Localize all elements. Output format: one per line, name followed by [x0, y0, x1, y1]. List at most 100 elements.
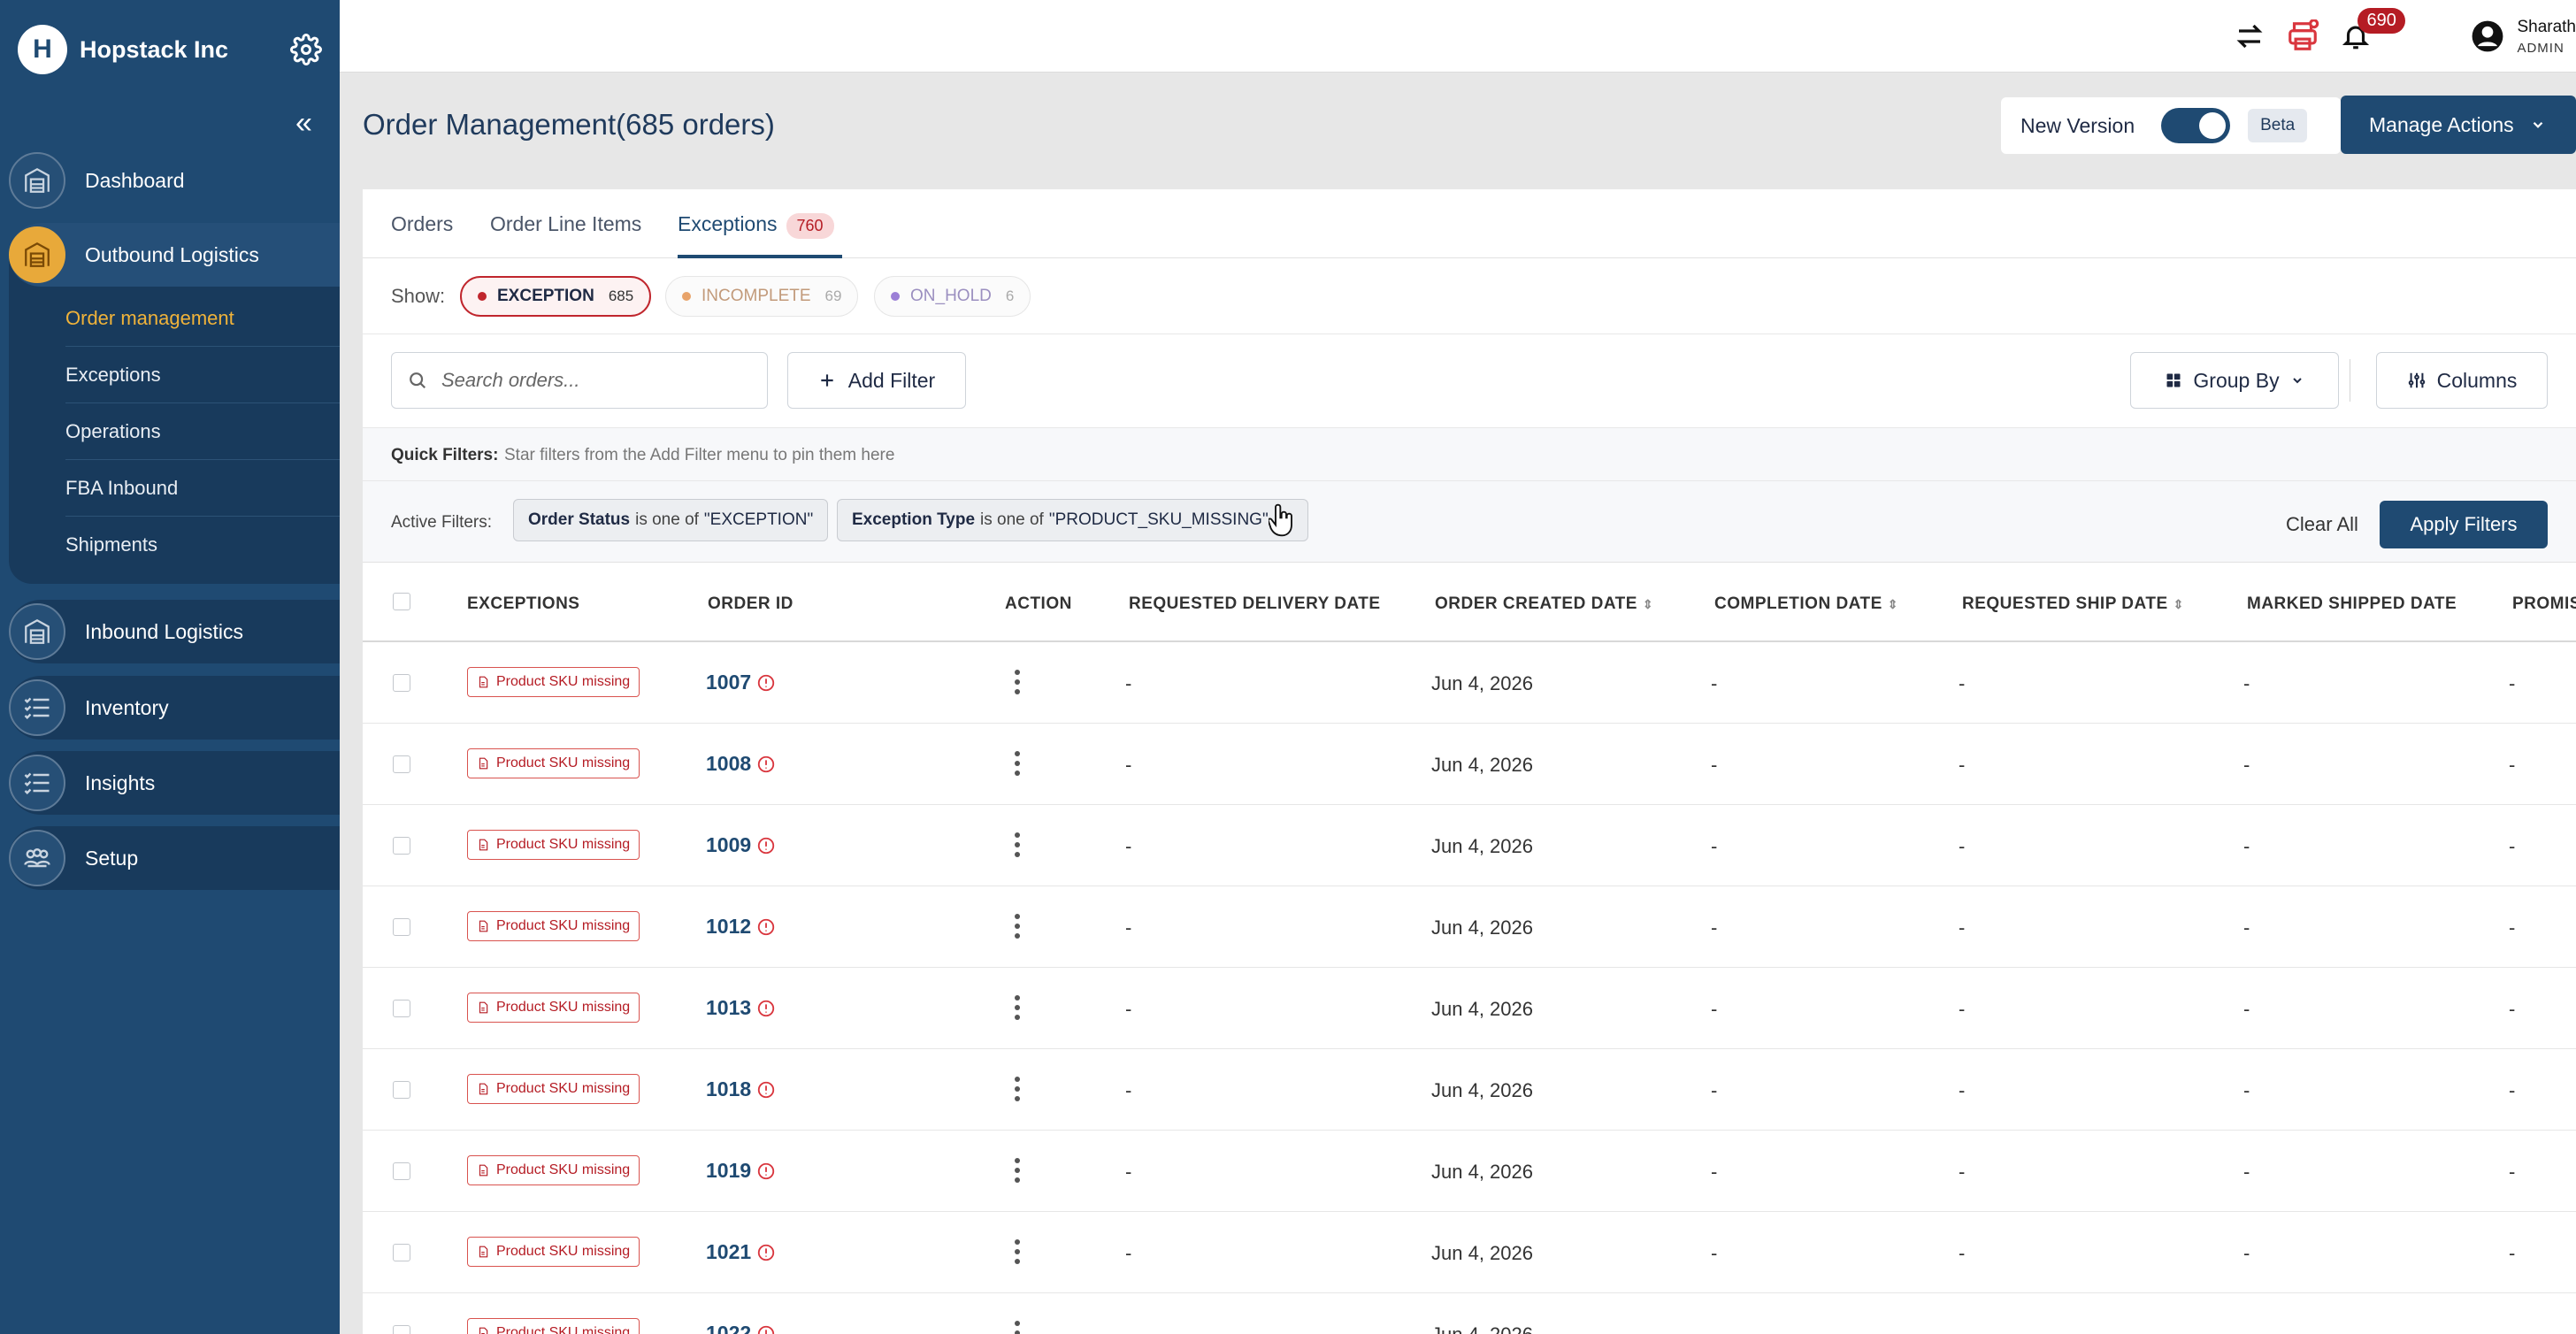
- order-id-link[interactable]: 1022: [706, 1322, 776, 1334]
- columns-button[interactable]: Columns: [2376, 352, 2548, 409]
- select-all-checkbox[interactable]: [393, 593, 410, 610]
- swap-arrows-icon[interactable]: [2232, 19, 2267, 54]
- document-icon: [479, 1083, 488, 1095]
- kebab-menu-icon[interactable]: [1014, 1076, 1021, 1102]
- table-row[interactable]: Product SKU missing 1019 - Jun 4, 2026 - - -…: [363, 1131, 2576, 1212]
- order-id-link[interactable]: 1019: [706, 1159, 776, 1183]
- row-checkbox[interactable]: [393, 918, 410, 936]
- exception-label: Product SKU missing: [496, 1244, 631, 1259]
- apply-filters-button[interactable]: Apply Filters: [2380, 501, 2548, 548]
- sidebar-item-setup[interactable]: Setup: [9, 826, 340, 890]
- cell-created: Jun 4, 2026: [1431, 835, 1533, 857]
- exception-label: Product SKU missing: [496, 1162, 631, 1177]
- kebab-menu-icon[interactable]: [1014, 669, 1021, 695]
- cell-req-ship: -: [1959, 1323, 1965, 1334]
- table-row[interactable]: Product SKU missing 1018 - Jun 4, 2026 - - -…: [363, 1049, 2576, 1131]
- row-checkbox[interactable]: [393, 1244, 410, 1261]
- sidebar-subitem-order-management[interactable]: Order management: [65, 290, 340, 347]
- order-id-link[interactable]: 1009: [706, 833, 776, 857]
- kebab-menu-icon[interactable]: [1014, 832, 1021, 858]
- order-id-link[interactable]: 1012: [706, 915, 776, 939]
- manage-actions-button[interactable]: Manage Actions: [2341, 96, 2576, 154]
- row-checkbox[interactable]: [393, 674, 410, 692]
- column-header[interactable]: REQUESTED SHIP DATE ⇕: [1962, 594, 2184, 614]
- kebab-menu-icon[interactable]: [1014, 1320, 1021, 1334]
- tab-orders[interactable]: Orders: [391, 212, 453, 236]
- table-row[interactable]: Product SKU missing 1009 - Jun 4, 2026 - - -…: [363, 805, 2576, 886]
- brand[interactable]: H Hopstack Inc: [18, 25, 228, 74]
- row-checkbox[interactable]: [393, 1162, 410, 1180]
- sort-icon[interactable]: ⇕: [1643, 598, 1653, 610]
- bell-icon[interactable]: 690: [2338, 8, 2405, 54]
- row-checkbox[interactable]: [393, 1000, 410, 1017]
- sidebar-item-outbound-logistics[interactable]: Outbound Logistics: [9, 223, 340, 287]
- order-id: 1007: [706, 671, 752, 694]
- table-row[interactable]: Product SKU missing 1022 - Jun 4, 2026 - - -…: [363, 1293, 2576, 1334]
- kebab-menu-icon[interactable]: [1014, 913, 1021, 939]
- printer-icon[interactable]: [2285, 19, 2320, 54]
- tab-order-line-items[interactable]: Order Line Items: [490, 212, 641, 236]
- clear-all-button[interactable]: Clear All: [2286, 513, 2358, 536]
- tab-exceptions[interactable]: Exceptions 760: [678, 212, 834, 239]
- sidebar-item-dashboard[interactable]: Dashboard: [9, 149, 340, 212]
- search-input[interactable]: [441, 369, 742, 392]
- user-menu[interactable]: Sharath ADMIN: [2471, 18, 2576, 56]
- row-checkbox[interactable]: [393, 837, 410, 855]
- kebab-menu-icon[interactable]: [1014, 1238, 1021, 1265]
- table-row[interactable]: Product SKU missing 1021 - Jun 4, 2026 - - -…: [363, 1212, 2576, 1293]
- collapse-sidebar-icon[interactable]: «: [295, 108, 312, 138]
- chip-count: 6: [1005, 288, 1015, 304]
- cell-req-ship: -: [1959, 754, 1966, 776]
- table-row[interactable]: Product SKU missing 1007 - Jun 4, 2026 - - -…: [363, 642, 2576, 724]
- sidebar-item-inventory[interactable]: Inventory: [9, 676, 340, 740]
- status-chip-exception[interactable]: EXCEPTION 685: [460, 276, 652, 317]
- exception-label: Product SKU missing: [496, 755, 631, 770]
- column-header[interactable]: COMPLETION DATE ⇕: [1714, 594, 1898, 614]
- status-chip-on-hold[interactable]: ON_HOLD 6: [874, 276, 1031, 317]
- order-id-link[interactable]: 1008: [706, 752, 776, 776]
- row-checkbox[interactable]: [393, 1081, 410, 1099]
- sidebar-item-label: Inventory: [85, 695, 169, 719]
- filter-value: "EXCEPTION": [703, 510, 814, 529]
- exception-badge: Product SKU missing: [467, 1155, 640, 1185]
- brand-logo: H: [18, 25, 67, 74]
- order-id-link[interactable]: 1018: [706, 1077, 776, 1101]
- kebab-menu-icon[interactable]: [1014, 1157, 1021, 1184]
- group-by-button[interactable]: Group By: [2130, 352, 2339, 409]
- beta-badge: Beta: [2248, 109, 2308, 142]
- alert-circle-icon: [758, 1000, 775, 1016]
- sort-icon[interactable]: ⇕: [2174, 598, 2184, 610]
- table-row[interactable]: Product SKU missing 1008 - Jun 4, 2026 - - -…: [363, 724, 2576, 805]
- order-id-link[interactable]: 1021: [706, 1240, 776, 1264]
- sidebar-subitem-exceptions[interactable]: Exceptions: [65, 347, 340, 403]
- active-filter-chip[interactable]: Order Status is one of "EXCEPTION": [513, 499, 829, 541]
- table-row[interactable]: Product SKU missing 1013 - Jun 4, 2026 - - -…: [363, 968, 2576, 1049]
- notification-count-badge: 690: [2358, 8, 2405, 34]
- row-checkbox[interactable]: [393, 755, 410, 773]
- user-role: ADMIN: [2517, 40, 2564, 56]
- row-checkbox[interactable]: [393, 1325, 410, 1334]
- sidebar-item-label: Dashboard: [85, 168, 185, 192]
- sidebar-subitem-shipments[interactable]: Shipments: [65, 517, 340, 573]
- table-row[interactable]: Product SKU missing 1012 - Jun 4, 2026 - - -…: [363, 886, 2576, 968]
- sidebar-subitem-fba-inbound[interactable]: FBA Inbound: [65, 460, 340, 517]
- gear-icon[interactable]: [290, 34, 322, 65]
- alert-circle-icon: [758, 918, 775, 935]
- sidebar-item-insights[interactable]: Insights: [9, 751, 340, 815]
- order-id-link[interactable]: 1013: [706, 996, 776, 1020]
- sidebar-item-inbound-logistics[interactable]: Inbound Logistics: [9, 600, 340, 663]
- user-name: Sharath: [2517, 17, 2576, 36]
- alert-circle-icon: [758, 1325, 775, 1334]
- new-version-toggle[interactable]: [2161, 108, 2231, 143]
- active-filter-chip[interactable]: Exception Type is one of "PRODUCT_SKU_MI…: [837, 499, 1309, 541]
- kebab-menu-icon[interactable]: [1014, 994, 1021, 1021]
- column-header[interactable]: ORDER CREATED DATE ⇕: [1435, 594, 1653, 614]
- kebab-menu-icon[interactable]: [1014, 750, 1021, 777]
- sort-icon[interactable]: ⇕: [1888, 598, 1898, 610]
- sidebar-item-label: Inbound Logistics: [85, 619, 244, 643]
- sidebar-subitem-operations[interactable]: Operations: [65, 403, 340, 460]
- order-id-link[interactable]: 1007: [706, 671, 776, 694]
- add-filter-button[interactable]: Add Filter: [787, 352, 966, 409]
- chevron-down-icon: [2292, 378, 2302, 384]
- status-chip-incomplete[interactable]: INCOMPLETE 69: [665, 276, 859, 317]
